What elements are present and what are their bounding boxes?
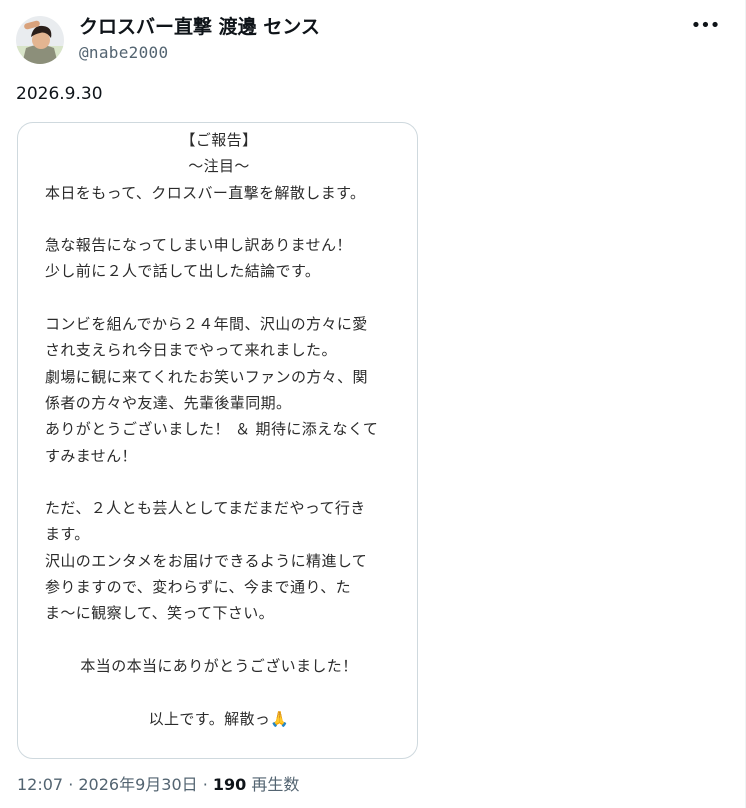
meta-separator: · xyxy=(63,775,79,794)
notice-blank-line xyxy=(45,679,393,705)
notice-line: 係者の方々や友達、先輩後輩同期。 xyxy=(45,393,292,412)
notice-line: ます。 xyxy=(45,525,90,544)
notice-text: 【ご報告】〜注目〜本日をもって、クロスバー直撃を解散します。 急な報告になってしま… xyxy=(45,127,393,732)
tweet-text: 2026.9.30 xyxy=(16,84,103,104)
notice-line: 本日をもって、クロスバー直撃を解散します。 xyxy=(45,183,366,202)
views-label: 再生数 xyxy=(251,775,300,794)
notice-line: 〜注目〜 xyxy=(188,157,250,176)
notice-line: 以上です。解散っ🙏 xyxy=(148,709,290,728)
tweet-date[interactable]: 2026年9月30日 xyxy=(78,775,197,794)
more-options-icon[interactable]: ••• xyxy=(688,12,722,40)
notice-line: され支えられ今日までやって来れました。 xyxy=(45,341,337,360)
notice-line: 本当の本当にありがとうございました！ xyxy=(80,656,358,675)
notice-line: 少し前に２人で話して出した結論です。 xyxy=(45,262,321,281)
notice-line: ありがとうございました！ ＆ 期待に添えなくて xyxy=(45,420,379,439)
avatar-photo xyxy=(16,16,64,64)
notice-line: 参りますので、変わらずに、今まで通り、た xyxy=(45,578,352,597)
tweet-meta: 12:07 · 2026年9月30日 · 190 再生数 xyxy=(17,774,299,796)
views-count[interactable]: 190 xyxy=(213,775,246,794)
notice-line: 【ご報告】 xyxy=(180,131,258,149)
notice-blank-line xyxy=(45,469,393,495)
author-handle[interactable]: @nabe2000 xyxy=(79,42,168,64)
notice-line: ただ、２人とも芸人としてまだまだやって行き xyxy=(45,499,366,518)
notice-line: 沢山のエンタメをお届けできるように精進して xyxy=(45,551,368,570)
tweet-time[interactable]: 12:07 xyxy=(17,775,63,794)
notice-line: コンビを組んでから２４年間、沢山の方々に愛 xyxy=(45,315,368,334)
notice-line: 急な報告になってしまい申し訳ありません！ xyxy=(45,236,352,255)
author-display-name[interactable]: クロスバー直撃 渡邊 センス xyxy=(79,14,320,40)
notice-blank-line xyxy=(45,627,393,653)
notice-blank-line xyxy=(45,285,393,311)
notice-blank-line xyxy=(45,206,393,232)
notice-line: すみません！ xyxy=(45,446,137,465)
notice-line: 劇場に観に来てくれたお笑いファンの方々、関 xyxy=(45,367,368,386)
meta-separator: · xyxy=(197,775,213,794)
notice-line: ま〜に観察して、笑って下さい。 xyxy=(45,604,275,623)
attached-image[interactable]: 【ご報告】〜注目〜本日をもって、クロスバー直撃を解散します。 急な報告になってしま… xyxy=(17,122,418,759)
avatar[interactable] xyxy=(16,16,64,64)
